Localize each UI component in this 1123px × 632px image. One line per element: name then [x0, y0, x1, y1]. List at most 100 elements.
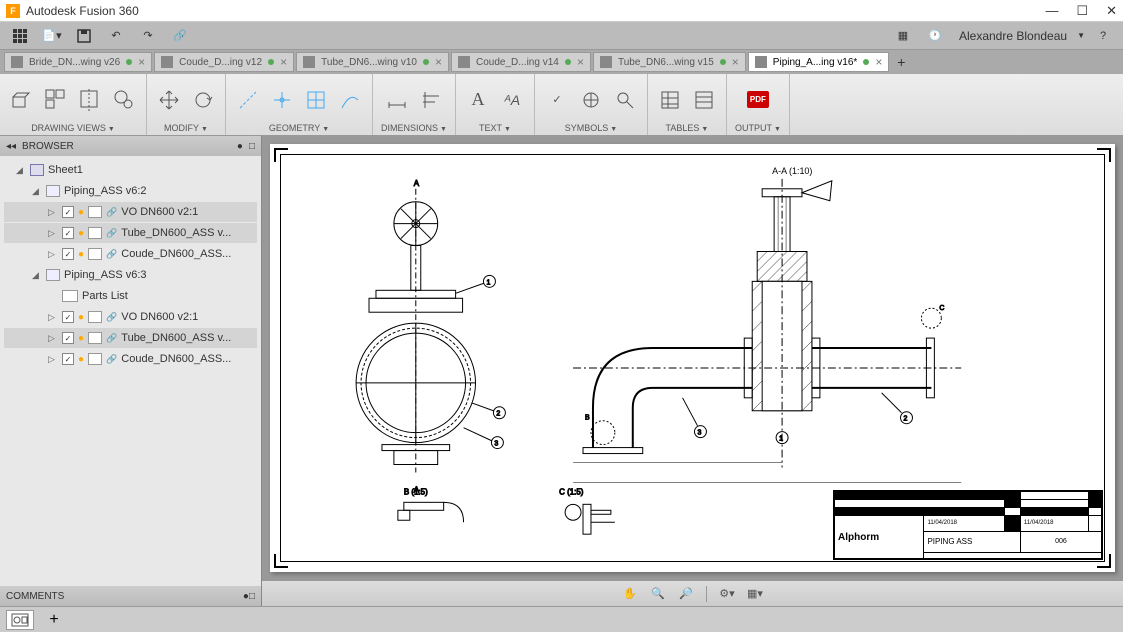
drawing-icon — [458, 56, 470, 68]
move-button[interactable] — [155, 84, 183, 116]
file-button[interactable]: 📄▾ — [38, 25, 66, 47]
tab-bride[interactable]: Bride_DN...wing v26× — [4, 52, 152, 72]
rotate-button[interactable] — [189, 84, 217, 116]
tree-node[interactable]: ▷✓●🔗Coude_DN600_ASS... — [4, 349, 257, 369]
clock-button[interactable]: 🕐 — [921, 25, 949, 47]
canvas[interactable]: A-A (1:10) A 1 — [262, 136, 1123, 606]
extensions-button[interactable]: ▦ — [889, 25, 917, 47]
base-view-button[interactable] — [8, 84, 36, 116]
svg-text:C (1:5): C (1:5) — [559, 487, 584, 496]
ribbon-output: PDF OUTPUT▼ — [727, 74, 790, 135]
document-tabs: Bride_DN...wing v26× Coude_D...ing v12× … — [0, 50, 1123, 74]
close-icon[interactable]: × — [875, 55, 882, 69]
projected-view-button[interactable] — [42, 84, 70, 116]
ribbon-modify: MODIFY▼ — [147, 74, 226, 135]
svg-text:1: 1 — [486, 279, 490, 286]
zoom-button[interactable]: 🔍 — [646, 584, 670, 604]
svg-text:B: B — [585, 415, 590, 422]
ribbon: DRAWING VIEWS▼ MODIFY▼ GEOMETRY▼ DIMENSI… — [0, 74, 1123, 136]
ordinate-button[interactable] — [417, 84, 445, 116]
tree-node[interactable]: ▷✓●🔗Tube_DN600_ASS v... — [4, 223, 257, 243]
balloon-button[interactable] — [611, 84, 639, 116]
tree-node[interactable]: Parts List — [4, 286, 257, 306]
display-settings-button[interactable]: ⚙▾ — [715, 584, 739, 604]
drawing-sheet[interactable]: A-A (1:10) A 1 — [270, 144, 1115, 572]
drawing-icon — [11, 56, 23, 68]
detail-view-button[interactable] — [110, 84, 138, 116]
close-button[interactable]: ✕ — [1106, 3, 1117, 19]
grid-settings-button[interactable]: ▦▾ — [743, 584, 767, 604]
new-tab-button[interactable]: + — [891, 54, 911, 70]
drawing-icon — [161, 56, 173, 68]
save-button[interactable] — [70, 25, 98, 47]
maximize-button[interactable]: ☐ — [1076, 3, 1088, 19]
pan-button[interactable]: ✋ — [618, 584, 642, 604]
centermark-pattern-button[interactable] — [302, 84, 330, 116]
close-icon[interactable]: × — [280, 55, 287, 69]
comments-header[interactable]: COMMENTS ● □ — [0, 586, 261, 606]
text-button[interactable]: A — [464, 84, 492, 116]
tree-node[interactable]: ▷✓●🔗VO DN600 v2:1 — [4, 202, 257, 222]
section-view-button[interactable] — [76, 84, 104, 116]
surface-button[interactable]: ✓ — [543, 84, 571, 116]
browser-header[interactable]: ◂◂ BROWSER ● □ — [0, 136, 261, 156]
svg-text:3: 3 — [494, 441, 498, 448]
tab-tube2[interactable]: Tube_DN6...wing v15× — [593, 52, 746, 72]
ribbon-symbols: ✓ SYMBOLS▼ — [535, 74, 648, 135]
ribbon-dimensions: DIMENSIONS▼ — [373, 74, 456, 135]
svg-text:3: 3 — [697, 430, 701, 437]
leader-text-button[interactable]: ᴬA — [498, 84, 526, 116]
tree-node[interactable]: ◢Piping_ASS v6:2 — [4, 181, 257, 201]
close-icon[interactable]: × — [732, 55, 739, 69]
add-sheet-button[interactable]: + — [40, 610, 68, 630]
close-icon[interactable]: × — [435, 55, 442, 69]
tree-node[interactable]: ▷✓●🔗VO DN600 v2:1 — [4, 307, 257, 327]
help-button[interactable]: ? — [1089, 25, 1117, 47]
browser-tree[interactable]: ◢Sheet1◢Piping_ASS v6:2▷✓●🔗VO DN600 v2:1… — [0, 156, 261, 586]
quick-access-bar: 📄▾ ↶ ↷ 🔗 ▦ 🕐 Alexandre Blondeau▼ ? — [0, 22, 1123, 50]
user-menu[interactable]: Alexandre Blondeau — [953, 29, 1073, 43]
ribbon-geometry: GEOMETRY▼ — [226, 74, 373, 135]
undo-button[interactable]: ↶ — [102, 25, 130, 47]
svg-text:A: A — [414, 179, 420, 188]
edge-extension-button[interactable] — [336, 84, 364, 116]
tab-coude1[interactable]: Coude_D...ing v12× — [154, 52, 294, 72]
svg-text:2: 2 — [496, 411, 500, 418]
table-button[interactable] — [656, 84, 684, 116]
tab-piping[interactable]: Piping_A...ing v16*× — [748, 52, 890, 72]
ribbon-tables: TABLES▼ — [648, 74, 727, 135]
link-button[interactable]: 🔗 — [166, 25, 194, 47]
centermark-button[interactable] — [268, 84, 296, 116]
tab-tube1[interactable]: Tube_DN6...wing v10× — [296, 52, 449, 72]
tab-coude2[interactable]: Coude_D...ing v14× — [451, 52, 591, 72]
tree-node[interactable]: ◢Sheet1 — [4, 160, 257, 180]
section-label: A-A (1:10) — [772, 166, 812, 176]
refresh-icon[interactable]: □ — [249, 141, 255, 152]
workspace: ◂◂ BROWSER ● □ ◢Sheet1◢Piping_ASS v6:2▷✓… — [0, 136, 1123, 606]
pdf-button[interactable]: PDF — [740, 82, 776, 118]
centerline-button[interactable] — [234, 84, 262, 116]
ribbon-drawing-views: DRAWING VIEWS▼ — [0, 74, 147, 135]
grid-button[interactable] — [6, 25, 34, 47]
tree-node[interactable]: ▷✓●🔗Coude_DN600_ASS... — [4, 244, 257, 264]
gear-icon[interactable]: ● — [237, 141, 243, 152]
close-icon[interactable]: × — [138, 55, 145, 69]
dimension-button[interactable] — [383, 84, 411, 116]
drawing-icon — [755, 56, 767, 68]
drawing-icon — [303, 56, 315, 68]
collapse-icon[interactable]: ◂◂ — [6, 141, 16, 152]
title-block: Alphorm11/04/201811/04/2018 PIPING ASS00… — [833, 490, 1103, 560]
tree-node[interactable]: ◢Piping_ASS v6:3 — [4, 265, 257, 285]
sheet-thumb[interactable] — [6, 610, 34, 630]
parts-list-button[interactable] — [690, 84, 718, 116]
bottom-bar: + — [0, 606, 1123, 632]
close-icon[interactable]: × — [577, 55, 584, 69]
drawing-icon — [600, 56, 612, 68]
tree-node[interactable]: ▷✓●🔗Tube_DN600_ASS v... — [4, 328, 257, 348]
svg-text:B (1:5): B (1:5) — [404, 487, 428, 496]
zoom-window-button[interactable]: 🔎 — [674, 584, 698, 604]
redo-button[interactable]: ↷ — [134, 25, 162, 47]
minimize-button[interactable]: — — [1045, 3, 1058, 19]
titlebar: F Autodesk Fusion 360 — ☐ ✕ — [0, 0, 1123, 22]
datum-button[interactable] — [577, 84, 605, 116]
